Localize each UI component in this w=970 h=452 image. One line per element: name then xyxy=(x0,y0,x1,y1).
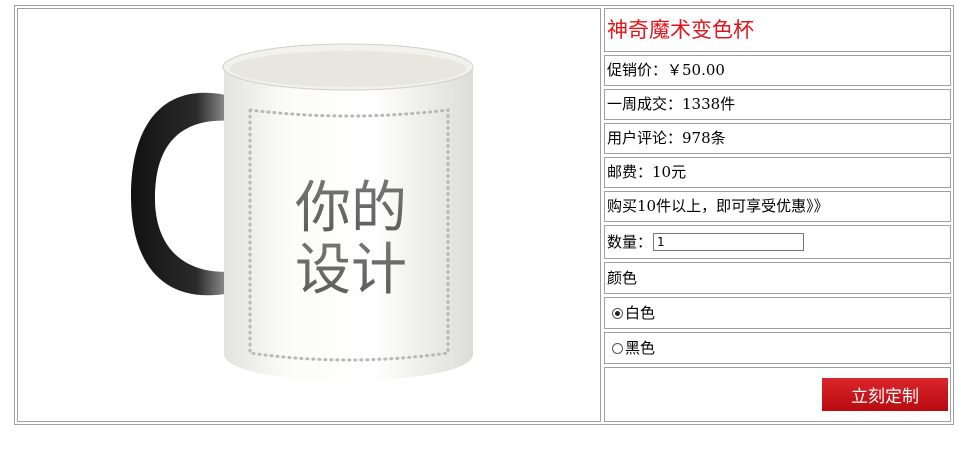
color-label: 颜色 xyxy=(604,262,951,294)
shipping-fee: 邮费：10元 xyxy=(604,157,951,188)
color-option-black[interactable]: 黑色 xyxy=(604,332,951,364)
user-reviews: 用户评论：978条 xyxy=(604,123,951,154)
color-option-black-label: 黑色 xyxy=(625,338,656,357)
product-image-cell: 你的 设计 xyxy=(17,8,601,422)
bulk-discount-promo: 购买10件以上，即可享受优惠》》 xyxy=(604,191,951,222)
color-option-white[interactable]: 白色 xyxy=(604,297,951,329)
weekly-sales: 一周成交：1338件 xyxy=(604,89,951,120)
product-title: 神奇魔术变色杯 xyxy=(604,8,951,52)
customize-now-button[interactable]: 立刻定制 xyxy=(822,378,948,411)
radio-unchecked-icon[interactable] xyxy=(612,342,623,354)
quantity-input[interactable] xyxy=(653,233,805,251)
mug-text-line2: 设计 xyxy=(295,238,407,303)
mug-image: 你的 设计 xyxy=(130,43,474,381)
radio-checked-icon[interactable] xyxy=(612,307,623,319)
customize-row: 立刻定制 xyxy=(604,367,951,422)
product-table: 你的 设计 神奇魔术变色杯 促销价：￥50.00 一周成交：1338件 用户评论… xyxy=(14,5,954,425)
promo-price: 促销价：￥50.00 xyxy=(604,55,951,86)
quantity-label: 数量： xyxy=(607,232,653,251)
quantity-row: 数量： xyxy=(604,225,951,259)
mug-text-line1: 你的 xyxy=(295,176,407,241)
color-option-white-label: 白色 xyxy=(625,303,656,322)
